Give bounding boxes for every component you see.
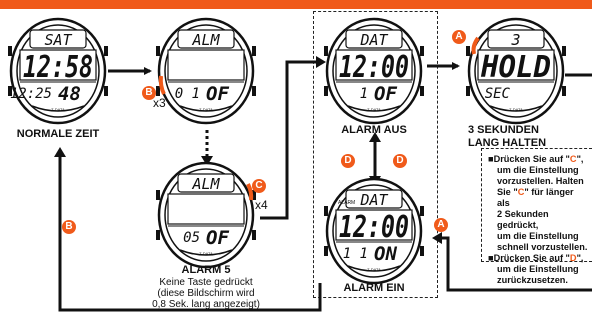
watch-alarm-ein-main-text: 12:00 bbox=[339, 210, 409, 245]
watch-normal-bezel-text: T-DATA bbox=[51, 107, 65, 112]
label-alarm-aus: ALARM AUS bbox=[341, 124, 407, 136]
info-line: um die Einstellung bbox=[497, 165, 579, 175]
watch-alm-set-sub-left-text: 0 1 bbox=[175, 86, 200, 102]
watch-alarm-aus-sub-right-text: OF bbox=[374, 83, 397, 105]
alarm5-note-2: (diese Bildschirm wird bbox=[157, 288, 255, 299]
alarm5-note-1: Keine Taste gedrückt bbox=[159, 277, 253, 288]
info-line: vorzustellen. Halten bbox=[497, 176, 584, 186]
badge-c-alm5: C bbox=[252, 179, 266, 193]
watch-alm-set-sub-right-text: OF bbox=[206, 83, 229, 105]
watch-alarm-ein-face: DAT ALARM 12:001 1 ON T-DATA bbox=[323, 177, 425, 285]
info-line: ■Drücken Sie auf "D", bbox=[488, 253, 584, 263]
badge-d-right: D bbox=[393, 154, 407, 168]
watch-alarm-ein-sub-left-text: 1 1 bbox=[343, 246, 368, 262]
alarm5-note-3: 0,8 Sek. lang angezeigt) bbox=[152, 299, 260, 310]
watch-alm-set-face: ALM 0 1 OF T-DATA bbox=[155, 17, 257, 125]
watch-alarm-aus-top-text: DAT bbox=[359, 31, 388, 49]
watch-alm-set-bezel-text: T-DATA bbox=[199, 107, 213, 112]
info-line: zurückzusetzen. bbox=[497, 275, 568, 285]
watch-hold: 3 HOLD SEC T-DATA bbox=[465, 16, 567, 126]
watch-alm5-face: ALM 05 OF T-DATA bbox=[155, 161, 257, 269]
badge-a-ein: A bbox=[434, 218, 448, 232]
info-line: Sie "C" für länger als bbox=[497, 187, 574, 208]
watch-normal-sub-left-text: 12:25 bbox=[10, 86, 52, 102]
arrow-alm5-to-aus bbox=[260, 60, 318, 220]
watch-normal-sub-right-text: 48 bbox=[58, 83, 81, 105]
label-alarm5: ALARM 5 bbox=[181, 264, 231, 276]
info-line: 2 Sekunden gedrückt, bbox=[497, 209, 549, 230]
info-line: ■Drücken Sie auf "C", bbox=[488, 154, 584, 164]
badge-d-left: D bbox=[341, 154, 355, 168]
watch-alm-set-top-text: ALM bbox=[191, 31, 220, 49]
watch-alarm-ein-top-text: DAT bbox=[359, 191, 388, 209]
watch-alarm-aus-sub-left-text: 1 bbox=[360, 86, 368, 102]
info-line: um die Einstellung bbox=[497, 231, 579, 241]
label-normal: NORMALE ZEIT bbox=[16, 128, 100, 140]
watch-alm5-bezel-text: T-DATA bbox=[199, 251, 213, 256]
info-text: ■Drücken Sie auf "C", um die Einstellung v… bbox=[488, 154, 588, 286]
watch-normal-main-text: 12:58 bbox=[23, 50, 93, 85]
watch-alarm-ein-alarm-indicator: ALARM bbox=[338, 200, 355, 206]
watch-alarm-aus-bezel-text: T-DATA bbox=[367, 107, 381, 112]
multiplier-x3: x3 bbox=[153, 96, 166, 110]
watch-alarm-ein: DAT ALARM 12:00 1 1 ON T-DATA bbox=[323, 176, 425, 286]
watch-hold-face: 3HOLDSEC T-DATA bbox=[465, 17, 567, 125]
badge-a-hold: A bbox=[452, 30, 466, 44]
label-alarm-ein: ALARM EIN bbox=[343, 282, 405, 294]
watch-normal-face: SAT12:5812:25 48 T-DATA bbox=[7, 17, 109, 125]
watch-alm5: ALM 05 OF T-DATA bbox=[155, 160, 257, 270]
watch-hold-main-text: HOLD bbox=[480, 50, 551, 85]
watch-normal: SAT 12:58 12:25 48 T-DATA bbox=[7, 16, 109, 126]
watch-alarm-ein-bezel-text: T-DATA bbox=[367, 267, 381, 272]
watch-alarm-aus: DAT 12:00 1 OF T-DATA bbox=[323, 16, 425, 126]
watch-normal-top-text: SAT bbox=[44, 31, 72, 49]
watch-hold-sub-left-text: SEC bbox=[485, 86, 511, 102]
watch-alm5-sub-right-text: OF bbox=[206, 227, 229, 249]
info-line: um die Einstellung bbox=[497, 264, 579, 274]
watch-alm5-sub-left-text: 05 bbox=[183, 230, 200, 246]
watch-alm-set: ALM 0 1 OF T-DATA bbox=[155, 16, 257, 126]
watch-hold-top-text: 3 bbox=[510, 31, 520, 49]
watch-alarm-ein-sub-right-text: ON bbox=[374, 243, 397, 265]
info-line: schnell vorzustellen. bbox=[497, 242, 588, 252]
multiplier-x4: x4 bbox=[255, 198, 268, 212]
watch-alm5-top-text: ALM bbox=[191, 175, 220, 193]
watch-hold-bezel-text: T-DATA bbox=[509, 107, 523, 112]
badge-b-return: B bbox=[62, 220, 76, 234]
watch-alarm-aus-main-text: 12:00 bbox=[339, 50, 409, 85]
label-hold-1: 3 SEKUNDEN bbox=[468, 124, 539, 136]
watch-alarm-aus-face: DAT12:001 OF T-DATA bbox=[323, 17, 425, 125]
